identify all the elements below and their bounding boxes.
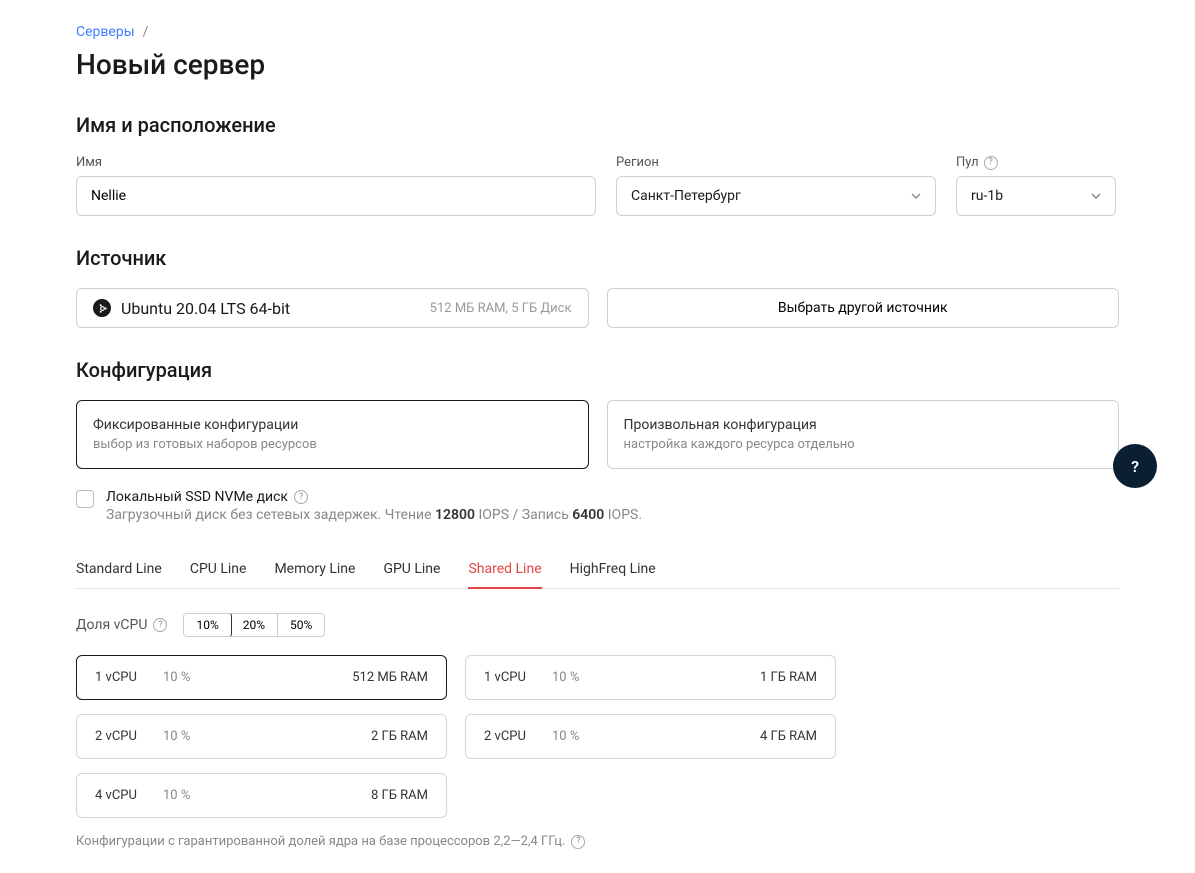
plan-cpu: 2 vCPU (95, 729, 145, 744)
ssd-title: Локальный SSD NVMe диск ? (106, 489, 642, 505)
help-icon[interactable]: ? (984, 156, 998, 170)
tab-shared-line[interactable]: Shared Line (468, 551, 541, 589)
config-tabs: Standard Line CPU Line Memory Line GPU Line… (76, 551, 1119, 589)
choose-other-source-button[interactable]: Выбрать другой источник (607, 288, 1120, 328)
plan-cpu: 2 vCPU (484, 729, 534, 744)
plan-ram: 2 ГБ RAM (371, 729, 428, 744)
region-value: Санкт-Петербург (631, 188, 741, 204)
section-source: Источник (76, 246, 1119, 270)
ssd-desc: Загрузочный диск без сетевых задержек. Ч… (106, 507, 642, 523)
plan-ram: 1 ГБ RAM (760, 670, 817, 685)
tab-highfreq-line[interactable]: HighFreq Line (570, 551, 656, 589)
pool-select[interactable]: ru-1b (956, 176, 1116, 216)
plan-card[interactable]: 2 vCPU 10 % 2 ГБ RAM (76, 714, 447, 759)
section-config: Конфигурация (76, 358, 1119, 382)
config-card-custom-title: Произвольная конфигурация (624, 417, 1103, 433)
config-card-fixed-title: Фиксированные конфигурации (93, 417, 572, 433)
plan-cpu: 4 vCPU (95, 788, 145, 803)
config-card-fixed[interactable]: Фиксированные конфигурации выбор из гото… (76, 400, 589, 469)
breadcrumb-separator: / (143, 24, 149, 40)
plan-card[interactable]: 1 vCPU 10 % 1 ГБ RAM (465, 655, 836, 700)
pool-label: Пул ? (956, 155, 1116, 170)
plan-card[interactable]: 2 vCPU 10 % 4 ГБ RAM (465, 714, 836, 759)
vcpu-share-10[interactable]: 10% (183, 613, 231, 637)
config-card-custom[interactable]: Произвольная конфигурация настройка кажд… (607, 400, 1120, 469)
tab-memory-line[interactable]: Memory Line (274, 551, 355, 589)
page-title: Новый сервер (76, 48, 1119, 81)
region-label: Регион (616, 155, 936, 170)
breadcrumb: Серверы / (76, 24, 1119, 40)
help-icon[interactable]: ? (153, 618, 167, 632)
plan-pct: 10 % (163, 670, 203, 685)
source-reqs: 512 МБ RAM, 5 ГБ Диск (430, 301, 572, 316)
config-card-custom-desc: настройка каждого ресурса отдельно (624, 437, 1103, 452)
help-fab[interactable]: ? (1113, 444, 1157, 488)
vcpu-share-20[interactable]: 20% (231, 614, 278, 636)
vcpu-share-segmented: 10%20%50% (183, 613, 325, 637)
region-select[interactable]: Санкт-Петербург (616, 176, 936, 216)
pool-value: ru-1b (971, 188, 1003, 204)
config-card-fixed-desc: выбор из готовых наборов ресурсов (93, 437, 572, 452)
ubuntu-icon (93, 299, 111, 317)
help-icon[interactable]: ? (571, 835, 585, 849)
plan-ram: 512 МБ RAM (352, 670, 428, 685)
vcpu-share-50[interactable]: 50% (278, 614, 324, 636)
plan-cpu: 1 vCPU (484, 670, 534, 685)
ssd-checkbox[interactable] (76, 490, 94, 508)
name-input[interactable] (91, 188, 581, 204)
help-icon[interactable]: ? (294, 490, 308, 504)
plans-grid: 1 vCPU 10 % 512 МБ RAM 1 vCPU 10 % 1 ГБ RAM 2 … (76, 655, 836, 818)
plan-cpu: 1 vCPU (95, 670, 145, 685)
plan-pct: 10 % (163, 729, 203, 744)
source-os: Ubuntu 20.04 LTS 64-bit (121, 299, 290, 318)
section-name-location: Имя и расположение (76, 113, 1119, 137)
plan-ram: 4 ГБ RAM (760, 729, 817, 744)
source-card[interactable]: Ubuntu 20.04 LTS 64-bit 512 МБ RAM, 5 ГБ… (76, 288, 589, 328)
name-label: Имя (76, 155, 596, 170)
footnote: Конфигурации с гарантированной долей ядр… (76, 834, 1119, 849)
name-input-wrapper[interactable] (76, 176, 596, 216)
tab-gpu-line[interactable]: GPU Line (383, 551, 440, 589)
plan-pct: 10 % (552, 729, 592, 744)
tab-standard-line[interactable]: Standard Line (76, 551, 162, 589)
chevron-down-icon (1091, 191, 1101, 201)
plan-pct: 10 % (163, 788, 203, 803)
plan-card[interactable]: 4 vCPU 10 % 8 ГБ RAM (76, 773, 447, 818)
tab-cpu-line[interactable]: CPU Line (190, 551, 247, 589)
chevron-down-icon (911, 191, 921, 201)
plan-card[interactable]: 1 vCPU 10 % 512 МБ RAM (76, 655, 447, 700)
vcpu-share-label: Доля vCPU ? (76, 617, 167, 633)
breadcrumb-link-servers[interactable]: Серверы (76, 24, 135, 40)
plan-ram: 8 ГБ RAM (371, 788, 428, 803)
plan-pct: 10 % (552, 670, 592, 685)
